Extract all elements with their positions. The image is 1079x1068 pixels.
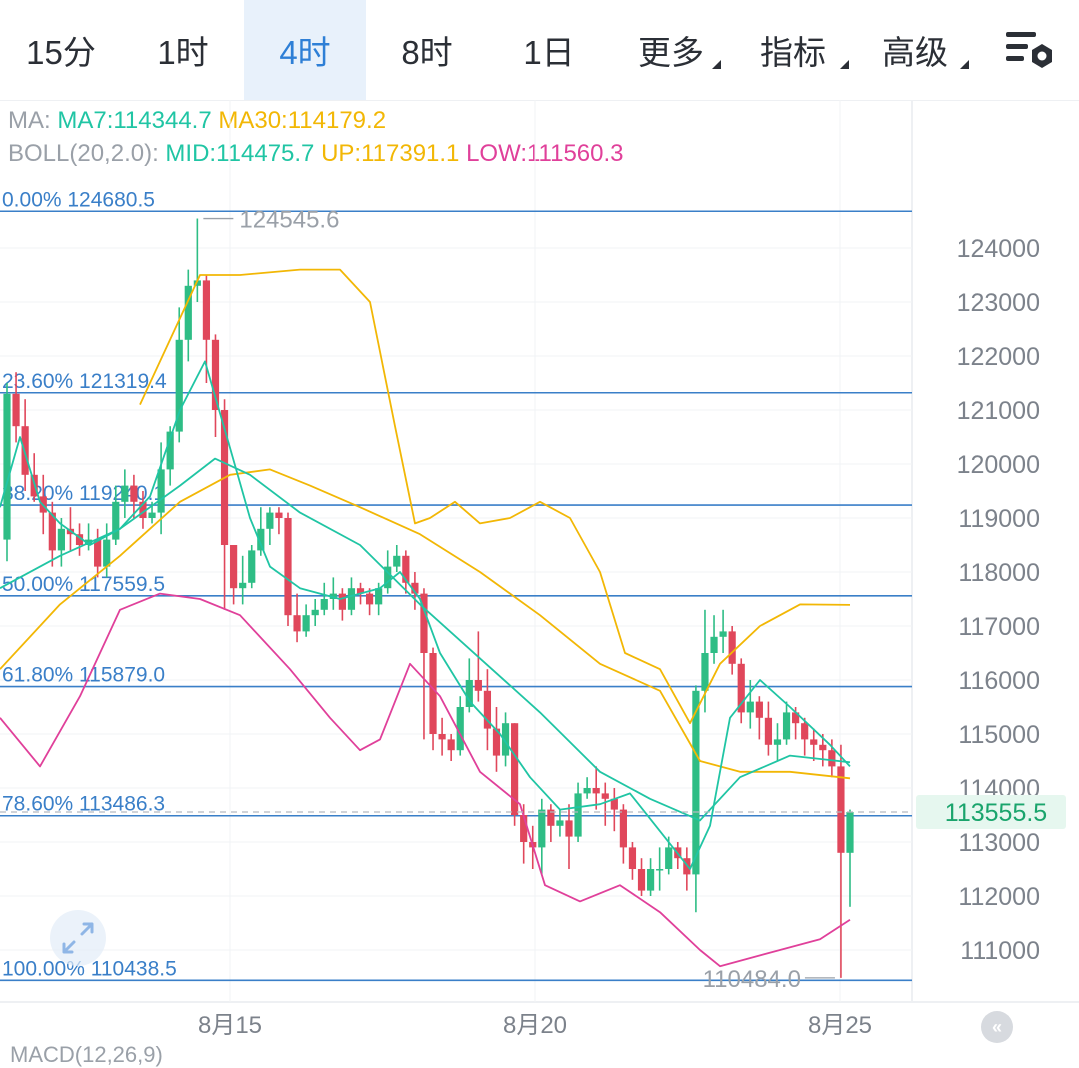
candle-body: [583, 788, 591, 794]
candlestick-chart[interactable]: 0.00% 124680.5 23.60% 121319.4 38.20% 1192…: [0, 0, 1079, 1053]
candle-body: [538, 809, 546, 848]
candle-body: [592, 788, 600, 794]
candle-body: [828, 750, 836, 767]
candle-body: [574, 793, 582, 837]
candle-body: [94, 539, 102, 567]
candle-body: [266, 512, 274, 529]
candle-body: [719, 631, 727, 637]
candle-body: [601, 793, 609, 799]
price-tick-label: 113000: [958, 829, 1040, 857]
candle-body: [121, 485, 129, 502]
high-marker-label: 124545.6: [239, 207, 339, 234]
low-marker-label: 110484.0: [703, 966, 801, 993]
candle-body: [837, 766, 845, 853]
candle-body: [239, 582, 247, 589]
price-tick-label: 118000: [958, 559, 1040, 587]
candle-body: [810, 739, 818, 745]
candle-body: [619, 809, 627, 848]
candle-body: [112, 501, 120, 540]
candle-body: [782, 712, 791, 740]
price-tick-label: 123000: [957, 289, 1040, 317]
price-tick-label: 117000: [958, 613, 1040, 641]
fib-label: 61.80% 115879.0: [2, 664, 165, 687]
candle-body: [3, 393, 11, 540]
candle-body: [565, 820, 573, 837]
candle-body: [447, 739, 455, 751]
fib-label: 23.60% 121319.4: [2, 370, 167, 393]
candle-body: [293, 615, 301, 632]
candle-body: [320, 599, 328, 610]
price-tick-label: 122000: [957, 343, 1040, 371]
candle-body: [103, 539, 111, 567]
candle-body: [429, 653, 437, 734]
candle-body: [737, 663, 745, 713]
scroll-to-latest-button[interactable]: «: [981, 1011, 1013, 1043]
candle-body: [755, 701, 763, 718]
price-tick-label: 121000: [957, 397, 1040, 425]
candle-body: [375, 588, 383, 605]
candle-body: [202, 280, 211, 340]
price-tick-label: 116000: [958, 667, 1040, 695]
candle-body: [130, 485, 138, 502]
fibonacci-retracement: 0.00% 124680.5 23.60% 121319.4 38.20% 1192…: [0, 188, 912, 982]
price-tick-label: 124000: [957, 235, 1040, 263]
candle-body: [773, 739, 782, 745]
candle-body: [148, 512, 156, 518]
candles-group: [3, 218, 854, 978]
fib-label: 38.20% 119240.1: [2, 482, 165, 505]
candle-body: [347, 588, 356, 610]
date-tick-label: 8月20: [503, 1012, 567, 1039]
candle-body: [728, 631, 736, 664]
expand-arrows-icon: [62, 922, 94, 954]
date-tick-label: 8月25: [808, 1012, 872, 1039]
candle-body: [230, 545, 238, 589]
price-tick-label: 119000: [958, 505, 1040, 533]
candle-body: [12, 393, 20, 427]
candle-body: [157, 469, 165, 513]
price-tick-label: 115000: [958, 721, 1040, 749]
fullscreen-button[interactable]: [50, 910, 106, 966]
candle-body: [701, 653, 709, 691]
macd-legend: MACD(12,26,9): [10, 1042, 163, 1067]
boll-upper-line: [139, 268, 851, 725]
candle-body: [665, 847, 673, 869]
time-axis: 8月15 8月20 8月25: [198, 1012, 872, 1039]
fib-label: 0.00% 124680.5: [2, 188, 155, 211]
price-tick-label: 112000: [958, 883, 1040, 911]
candle-body: [338, 593, 346, 610]
candle-body: [628, 847, 637, 869]
current-price-label: 113555.5: [945, 799, 1047, 827]
candle-body: [637, 869, 646, 891]
date-tick-label: 8月15: [198, 1012, 262, 1039]
candle-body: [21, 426, 29, 475]
candle-body: [302, 615, 310, 632]
candle-body: [656, 869, 664, 871]
candle-body: [284, 518, 292, 616]
price-grid: [0, 100, 912, 1002]
candle-body: [57, 528, 65, 551]
candle-body: [311, 609, 319, 616]
candle-body: [846, 812, 854, 853]
candle-body: [710, 636, 718, 653]
price-tick-label: 120000: [957, 451, 1040, 479]
candle-body: [365, 593, 374, 605]
candle-body: [393, 555, 401, 567]
price-tick-label: 111000: [960, 937, 1040, 965]
candle-body: [819, 744, 827, 751]
candle-body: [746, 701, 754, 713]
candle-body: [556, 820, 564, 826]
candle-body: [248, 550, 256, 583]
double-chevron-left-icon: «: [991, 1016, 1002, 1037]
candle-body: [801, 723, 809, 740]
candle-body: [764, 717, 773, 745]
candle-body: [275, 512, 283, 518]
candle-body: [474, 680, 482, 691]
candle-body: [438, 734, 446, 740]
candle-body: [646, 869, 655, 891]
